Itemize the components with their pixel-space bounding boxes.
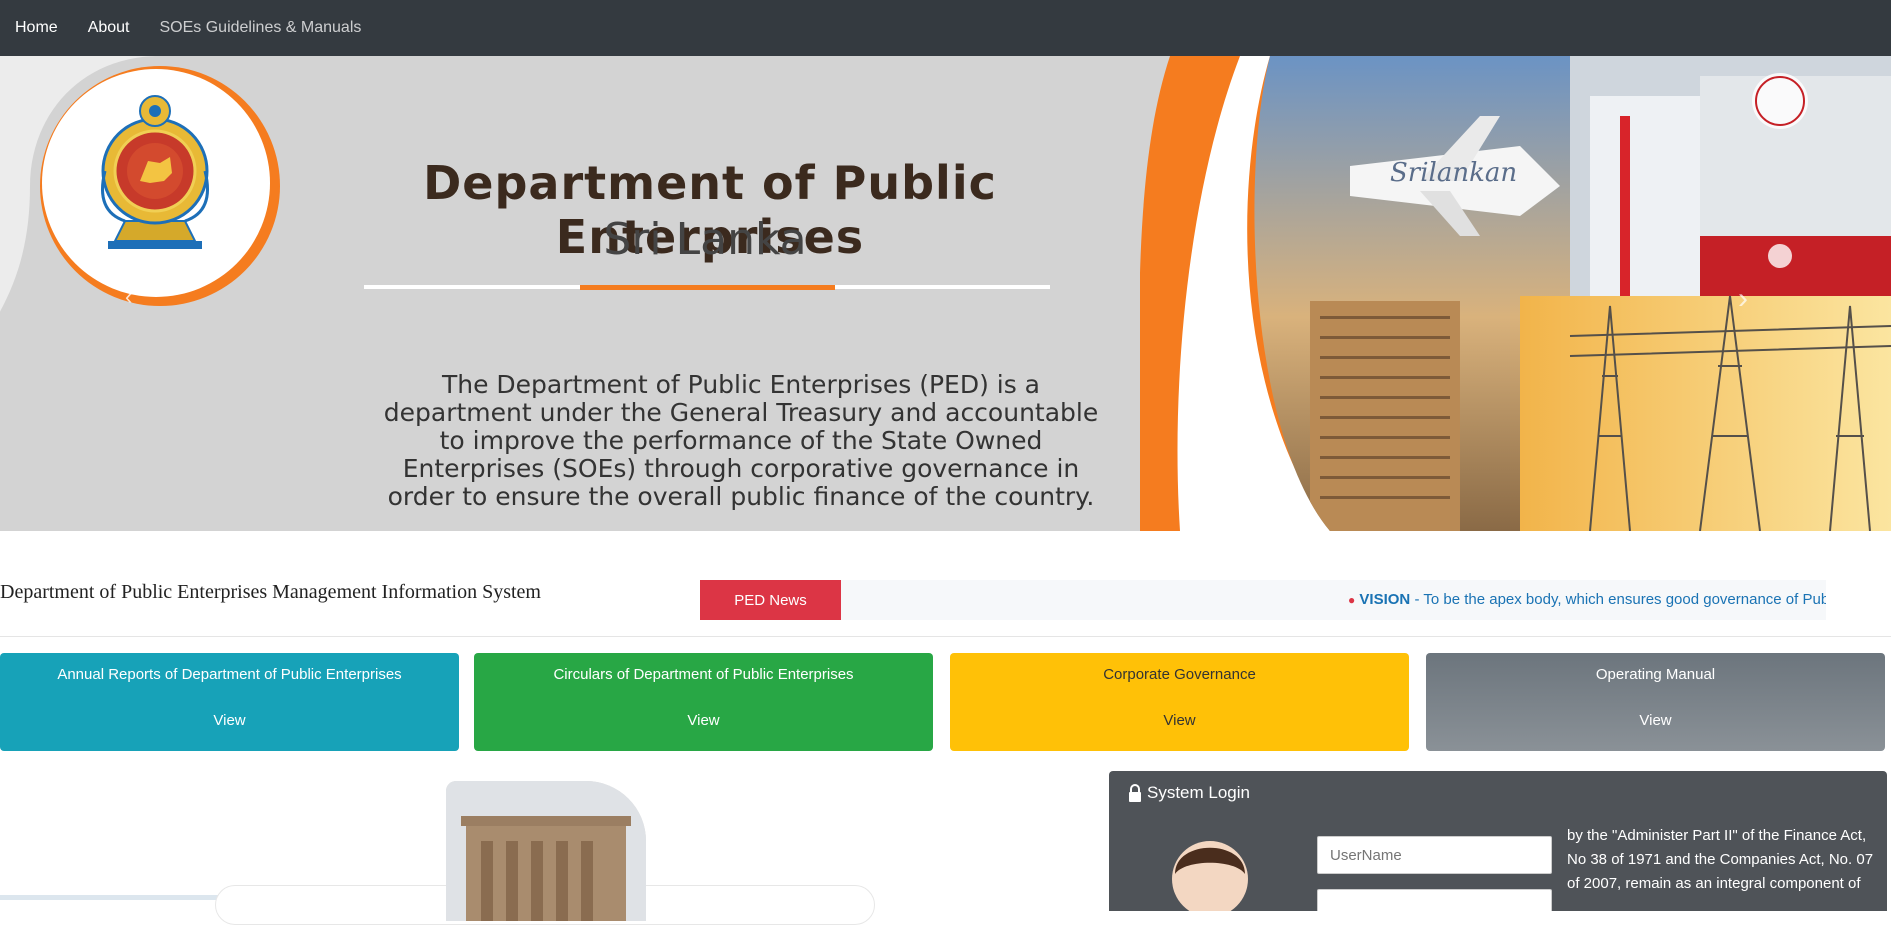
password-input[interactable] (1317, 889, 1552, 911)
carousel-next-icon[interactable]: › (1738, 282, 1748, 316)
card-title: Annual Reports of Department of Public E… (57, 666, 402, 683)
nav-home[interactable]: Home (15, 19, 58, 37)
card-title: Circulars of Department of Public Enterp… (553, 666, 854, 683)
news-heading: VISION (1359, 591, 1411, 608)
carousel-prev-icon[interactable]: ‹ (125, 284, 132, 310)
news-ticker-item[interactable]: ● VISION - To be the apex body, which en… (1348, 591, 1826, 608)
building-photo-image (446, 781, 646, 921)
mis-title: Department of Public Enterprises Managem… (0, 581, 541, 603)
sri-lanka-emblem-logo (101, 95, 209, 249)
card-view-link[interactable]: View (950, 712, 1409, 729)
card-corporate-governance: Corporate Governance View (950, 653, 1409, 751)
login-title: System Login (1147, 783, 1250, 802)
svg-text:Srilankan: Srilankan (1390, 158, 1517, 188)
login-header: System Login (1127, 783, 1250, 803)
card-title: Operating Manual (1595, 666, 1716, 683)
news-label-badge: PED News (700, 580, 841, 620)
user-avatar-icon (1172, 841, 1248, 911)
banner-description: The Department of Public Enterprises (PE… (383, 370, 1099, 511)
username-input[interactable] (1317, 836, 1552, 874)
news-body: - To be the apex body, which ensures goo… (1410, 591, 1826, 608)
news-ticker: PED News ● VISION - To be the apex body,… (700, 580, 1826, 620)
lock-icon (1129, 784, 1141, 802)
section-divider (0, 636, 1891, 637)
card-view-link[interactable]: View (1426, 712, 1885, 729)
banner-photo-collage: Srilankan (1140, 56, 1891, 531)
nav-soes-guidelines[interactable]: SOEs Guidelines & Manuals (160, 19, 362, 37)
building-photo (446, 781, 646, 921)
banner-subtitle: Sri Lanka (603, 214, 807, 265)
login-info-text: by the "Administer Part II" of the Finan… (1567, 827, 1874, 892)
card-annual-reports: Annual Reports of Department of Public E… (0, 653, 459, 751)
top-navbar: Home About SOEs Guidelines & Manuals (0, 0, 1891, 56)
nav-about[interactable]: About (88, 19, 130, 37)
card-view-link[interactable]: View (474, 712, 933, 729)
card-view-link[interactable]: View (0, 712, 459, 729)
card-circulars: Circulars of Department of Public Enterp… (474, 653, 933, 751)
card-operating-manual: Operating Manual View (1426, 653, 1885, 751)
card-title: Corporate Governance (1103, 666, 1256, 683)
banner-divider-accent (580, 285, 835, 290)
hero-banner: ‹ Department of Public Enterprises Sri L… (0, 56, 1891, 531)
bullet-dot-icon: ● (1348, 593, 1356, 607)
system-login-panel: System Login by the "Administer Part II"… (1109, 771, 1887, 911)
